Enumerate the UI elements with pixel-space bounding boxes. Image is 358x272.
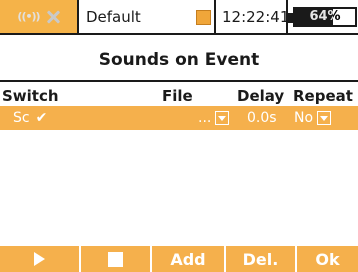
chevron-down-icon — [317, 111, 332, 125]
battery-status: 64% — [288, 0, 358, 33]
table-row[interactable]: Sc ✔ ... 0.0s No — [0, 106, 358, 130]
signal-status: ((•)) — [0, 0, 77, 33]
battery-icon: 64% — [288, 6, 357, 27]
x-icon — [46, 10, 60, 24]
column-header-switch: Switch — [2, 87, 59, 105]
switch-name: Sc — [13, 110, 30, 126]
column-header-delay: Delay — [237, 87, 285, 105]
wifi-signal-icon: ((•)) — [17, 10, 40, 23]
switch-cell[interactable]: Sc ✔ — [13, 106, 47, 130]
delay-field[interactable]: 0.0s — [247, 106, 277, 130]
column-header-repeat: Repeat — [293, 87, 353, 105]
page-title: Sounds on Event — [98, 50, 260, 70]
battery-label: 64% — [309, 9, 341, 24]
play-button[interactable] — [0, 246, 79, 272]
status-indicator — [196, 10, 211, 25]
delay-value: 0.0s — [247, 110, 277, 126]
repeat-value: No — [294, 110, 314, 126]
divider — [77, 0, 79, 33]
delete-button[interactable]: Del. — [226, 246, 295, 272]
play-icon — [34, 252, 45, 266]
model-name: Default — [86, 7, 141, 26]
file-select[interactable]: ... — [198, 106, 230, 130]
battery-nub — [288, 12, 293, 23]
status-bar: ((•)) Default 12:22:41 64% — [0, 0, 358, 35]
column-header-file: File — [162, 87, 193, 105]
ok-button[interactable]: Ok — [297, 246, 358, 272]
stop-button[interactable] — [81, 246, 150, 272]
title-divider — [0, 80, 358, 82]
check-icon: ✔ — [35, 110, 48, 126]
chevron-down-icon — [215, 111, 230, 125]
repeat-select[interactable]: No — [294, 106, 332, 130]
file-value: ... — [198, 110, 212, 126]
add-button[interactable]: Add — [152, 246, 224, 272]
stop-icon — [108, 251, 123, 267]
clock: 12:22:41 — [222, 7, 290, 26]
button-bar: Add Del. Ok — [0, 246, 358, 272]
divider — [214, 0, 216, 33]
